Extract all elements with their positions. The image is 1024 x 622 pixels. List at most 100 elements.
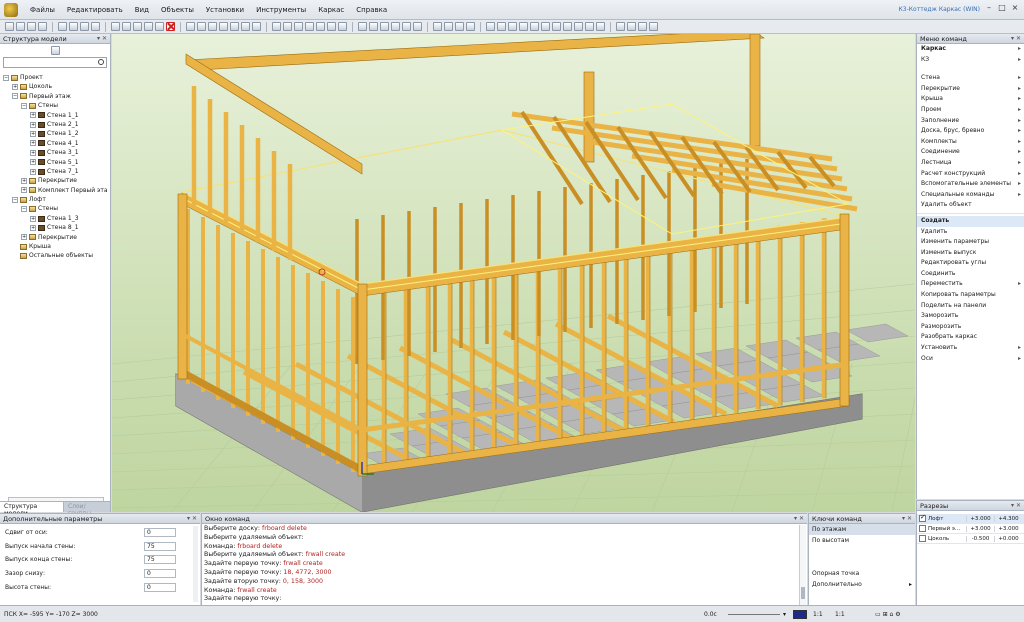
expand-icon[interactable]: + xyxy=(21,234,27,241)
tree-item[interactable]: + Стена 1_1 xyxy=(0,111,110,120)
command-item[interactable]: Перекрытие ▸ xyxy=(917,84,1024,95)
toolbar-button-icon[interactable] xyxy=(283,22,292,31)
param-value-field[interactable]: 0 xyxy=(144,582,176,592)
command-item[interactable]: Изменить выпуск xyxy=(917,248,1024,259)
pin-close-icon[interactable]: ▾ ✕ xyxy=(97,34,107,44)
pin-close-icon[interactable]: ▾ ✕ xyxy=(187,514,197,524)
toolbar-button-icon[interactable] xyxy=(497,22,506,31)
command-item[interactable]: Заполнение ▸ xyxy=(917,116,1024,127)
search-icon[interactable] xyxy=(98,59,104,65)
command-item[interactable]: Разобрать каркас xyxy=(917,332,1024,343)
toolbar-button-icon[interactable] xyxy=(486,22,495,31)
param-value-field[interactable]: 75 xyxy=(144,555,176,565)
toolbar-button-icon[interactable] xyxy=(272,22,281,31)
tree-item[interactable]: − Стены xyxy=(0,204,110,213)
toolbar-button-icon[interactable] xyxy=(208,22,217,31)
toolbar-button-icon[interactable] xyxy=(186,22,195,31)
command-item[interactable]: Удалить объект xyxy=(917,200,1024,211)
menu-item[interactable]: Вид xyxy=(129,6,155,14)
toolbar-button-icon[interactable] xyxy=(133,22,142,31)
command-item[interactable]: Вспомогательные элементы ▸ xyxy=(917,179,1024,190)
app-logo-icon[interactable] xyxy=(4,2,18,17)
expand-icon[interactable]: + xyxy=(30,215,36,222)
tree-item[interactable]: Крыша xyxy=(0,242,110,251)
toolbar-button-icon[interactable] xyxy=(369,22,378,31)
pin-close-icon[interactable]: ▾ ✕ xyxy=(902,514,912,524)
menu-item[interactable]: Установки xyxy=(200,6,250,14)
toolbar-button-icon[interactable] xyxy=(627,22,636,31)
command-item[interactable]: Установить ▸ xyxy=(917,343,1024,354)
scroll-thumb[interactable] xyxy=(801,587,805,599)
toolbar-button-icon[interactable] xyxy=(294,22,303,31)
command-item[interactable]: Каркас ▸ xyxy=(917,44,1024,55)
tree-item[interactable]: + Стена 8_1 xyxy=(0,223,110,232)
expand-icon[interactable]: + xyxy=(30,140,36,147)
tree-item[interactable]: − Первый этаж xyxy=(0,92,110,101)
command-item[interactable]: Оси ▸ xyxy=(917,354,1024,365)
toolbar-button-icon[interactable] xyxy=(638,22,647,31)
toolbar-button-icon[interactable] xyxy=(596,22,605,31)
tree-item[interactable]: + Стена 5_1 xyxy=(0,158,110,167)
tree-item[interactable]: − Лофт xyxy=(0,195,110,204)
command-item[interactable]: Стена ▸ xyxy=(917,73,1024,84)
tree-item[interactable]: + Стена 4_1 xyxy=(0,139,110,148)
command-item[interactable]: Специальные команды ▸ xyxy=(917,190,1024,201)
tree-item[interactable]: + Перекрытие xyxy=(0,233,110,242)
toolbar-button-icon[interactable] xyxy=(585,22,594,31)
command-item[interactable]: Комплекты ▸ xyxy=(917,137,1024,148)
toolbar-button-icon[interactable] xyxy=(230,22,239,31)
command-item[interactable]: Копировать параметры xyxy=(917,290,1024,301)
toolbar-button-icon[interactable] xyxy=(16,22,25,31)
tree-item[interactable]: + Стена 1_3 xyxy=(0,214,110,223)
command-item[interactable]: Редактировать углы xyxy=(917,258,1024,269)
tree-item[interactable]: Остальные объекты xyxy=(0,251,110,260)
tree-item[interactable]: + Стена 2_1 xyxy=(0,120,110,129)
command-item[interactable]: Крыша ▸ xyxy=(917,94,1024,105)
command-item[interactable]: Заморозить xyxy=(917,311,1024,322)
toolbar-button-icon[interactable] xyxy=(358,22,367,31)
toolbar-button-icon[interactable] xyxy=(455,22,464,31)
command-log[interactable]: Выберите доску: frboard delete Выберите у… xyxy=(202,525,799,606)
tree-item[interactable]: + Стена 3_1 xyxy=(0,148,110,157)
expand-icon[interactable]: + xyxy=(30,121,36,128)
toolbar-button-icon[interactable] xyxy=(380,22,389,31)
pin-close-icon[interactable]: ▾ ✕ xyxy=(1011,501,1021,511)
toolbar-button-icon[interactable] xyxy=(327,22,336,31)
expand-icon[interactable]: + xyxy=(30,159,36,166)
toolbar-button-icon[interactable] xyxy=(252,22,261,31)
current-color-swatch[interactable] xyxy=(793,609,807,619)
expand-icon[interactable]: + xyxy=(30,131,36,138)
expand-icon[interactable]: + xyxy=(30,224,36,231)
tab-layers-groups[interactable]: Слои/группы xyxy=(63,502,111,517)
pin-close-icon[interactable]: ▾ ✕ xyxy=(794,514,804,524)
command-item[interactable]: Соединить xyxy=(917,269,1024,280)
section-row[interactable]: Цоколь -0.500 +0.000 xyxy=(917,534,1024,544)
command-item[interactable]: КЗ ▸ xyxy=(917,55,1024,66)
expand-icon[interactable]: + xyxy=(21,187,27,194)
toolbar-button-icon[interactable] xyxy=(616,22,625,31)
collapse-icon[interactable]: − xyxy=(12,93,18,100)
tree-item[interactable]: − Стены xyxy=(0,101,110,110)
params-scrollbar[interactable] xyxy=(193,526,198,602)
toolbar-button-icon[interactable] xyxy=(69,22,78,31)
collapse-icon[interactable]: − xyxy=(12,196,18,203)
toolbar-button-icon[interactable] xyxy=(508,22,517,31)
expand-icon[interactable]: + xyxy=(30,168,36,175)
3d-viewport[interactable] xyxy=(112,34,915,512)
expand-icon[interactable]: + xyxy=(30,112,36,119)
status-icons[interactable]: ▭ ⊞ ⌂ ⚙ xyxy=(875,611,975,618)
param-value-field[interactable]: 0 xyxy=(144,569,176,579)
command-item[interactable]: Расчет конструкций ▸ xyxy=(917,169,1024,180)
toolbar-button-icon[interactable] xyxy=(38,22,47,31)
maximize-button[interactable]: □ xyxy=(997,3,1007,13)
key-command-item[interactable]: Опорная точка xyxy=(809,568,915,579)
cancel-icon[interactable] xyxy=(166,22,175,31)
pin-close-icon[interactable]: ▾ ✕ xyxy=(1011,34,1021,44)
dropdown-icon[interactable]: ▾ xyxy=(783,611,793,618)
command-item[interactable]: Доска, брус, бревно ▸ xyxy=(917,126,1024,137)
expand-icon[interactable]: + xyxy=(30,149,36,156)
toolbar-button-icon[interactable] xyxy=(338,22,347,31)
minimize-button[interactable]: – xyxy=(984,3,994,13)
toolbar-button-icon[interactable] xyxy=(80,22,89,31)
snap-slider[interactable] xyxy=(728,613,780,615)
